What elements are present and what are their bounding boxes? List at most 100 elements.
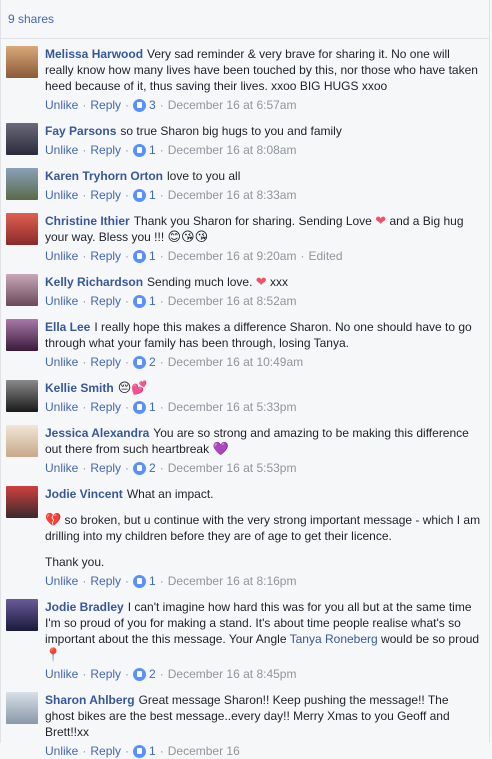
comment-timestamp[interactable]: December 16 at 10:49am [168, 354, 303, 370]
comment-timestamp[interactable]: December 16 at 6:57am [168, 97, 297, 113]
like-icon[interactable] [133, 667, 147, 681]
commenter-name[interactable]: Melissa Harwood [45, 47, 143, 61]
avatar[interactable] [6, 319, 38, 351]
commenter-name[interactable]: Ella Lee [45, 320, 90, 334]
tagged-person-link[interactable]: Tanya Roneberg [290, 632, 378, 646]
like-icon[interactable] [133, 744, 147, 758]
like-count[interactable]: 2 [149, 354, 156, 370]
comment-timestamp[interactable]: December 16 at 8:08am [168, 142, 297, 158]
comment-text-continued: would be so proud [381, 632, 480, 646]
unlike-link[interactable]: Unlike [45, 743, 78, 759]
like-icon[interactable] [133, 188, 147, 202]
reply-link[interactable]: Reply [90, 248, 121, 264]
edited-label[interactable]: Edited [308, 248, 342, 264]
commenter-name[interactable]: Jessica Alexandra [45, 426, 149, 440]
commenter-name[interactable]: Jodie Vincent [45, 487, 123, 501]
commenter-name[interactable]: Kelly Richardson [45, 275, 143, 289]
comment-timestamp[interactable]: December 16 at 5:33pm [168, 399, 297, 415]
separator: · [125, 355, 130, 369]
comment-text: so true Sharon big hugs to you and famil… [120, 124, 342, 138]
shares-bar: 9 shares [1, 0, 489, 39]
like-count[interactable]: 1 [149, 187, 156, 203]
like-count[interactable]: 3 [149, 97, 156, 113]
shares-link[interactable]: 9 shares [8, 12, 54, 26]
comment-timestamp[interactable]: December 16 at 8:16pm [168, 573, 297, 589]
separator: · [82, 294, 87, 308]
unlike-link[interactable]: Unlike [45, 354, 78, 370]
like-count[interactable]: 1 [149, 573, 156, 589]
commenter-name[interactable]: Sharon Ahlberg [45, 693, 135, 707]
reply-link[interactable]: Reply [90, 399, 121, 415]
avatar[interactable] [6, 46, 38, 78]
reply-link[interactable]: Reply [90, 354, 121, 370]
unlike-link[interactable]: Unlike [45, 142, 78, 158]
unlike-link[interactable]: Unlike [45, 248, 78, 264]
like-icon[interactable] [133, 355, 147, 369]
comment-actions: Unlike · Reply · 1 · December 16 at 8:52am [45, 293, 481, 309]
separator: · [82, 188, 87, 202]
like-icon[interactable] [133, 98, 147, 112]
separator: · [125, 249, 130, 263]
avatar[interactable] [6, 274, 38, 306]
comment-actions: Unlike · Reply · 3 · December 16 at 6:57am [45, 97, 481, 113]
avatar[interactable] [6, 486, 38, 518]
comment-timestamp[interactable]: December 16 at 8:33am [168, 187, 297, 203]
reply-link[interactable]: Reply [90, 142, 121, 158]
commenter-name[interactable]: Christine Ithier [45, 214, 130, 228]
like-icon[interactable] [133, 294, 147, 308]
comment-timestamp[interactable]: December 16 [168, 743, 240, 759]
commenter-name[interactable]: Kellie Smith [45, 381, 114, 395]
avatar[interactable] [6, 213, 38, 245]
separator: · [125, 574, 130, 588]
like-icon[interactable] [133, 461, 147, 475]
avatar[interactable] [6, 168, 38, 200]
commenter-name[interactable]: Fay Parsons [45, 124, 116, 138]
like-icon[interactable] [133, 143, 147, 157]
comment-actions: Unlike · Reply · 1 · December 16 [45, 743, 481, 759]
unlike-link[interactable]: Unlike [45, 399, 78, 415]
separator: · [159, 744, 164, 758]
like-count[interactable]: 1 [149, 293, 156, 309]
commenter-name[interactable]: Karen Tryhorn Orton [45, 169, 163, 183]
avatar[interactable] [6, 123, 38, 155]
like-count[interactable]: 2 [149, 666, 156, 682]
like-icon[interactable] [133, 249, 147, 263]
comment-actions: Unlike · Reply · 2 · December 16 at 5:53pm [45, 460, 481, 476]
like-count[interactable]: 1 [149, 743, 156, 759]
separator: · [125, 744, 130, 758]
like-icon[interactable] [133, 574, 147, 588]
reply-link[interactable]: Reply [90, 743, 121, 759]
comment-timestamp[interactable]: December 16 at 9:20am [168, 248, 297, 264]
comment-item: Jodie Vincent What an impact. 💔 so broken… [1, 476, 489, 589]
like-count[interactable]: 1 [149, 399, 156, 415]
unlike-link[interactable]: Unlike [45, 666, 78, 682]
avatar[interactable] [6, 692, 38, 724]
comment-timestamp[interactable]: December 16 at 8:45pm [168, 666, 297, 682]
avatar[interactable] [6, 599, 38, 631]
comment-item: Melissa Harwood Very sad reminder & very … [1, 39, 489, 113]
unlike-link[interactable]: Unlike [45, 573, 78, 589]
unlike-link[interactable]: Unlike [45, 187, 78, 203]
comment-timestamp[interactable]: December 16 at 5:53pm [168, 460, 297, 476]
reply-link[interactable]: Reply [90, 97, 121, 113]
reply-link[interactable]: Reply [90, 460, 121, 476]
reply-link[interactable]: Reply [90, 293, 121, 309]
like-count[interactable]: 1 [149, 248, 156, 264]
avatar[interactable] [6, 380, 38, 412]
unlike-link[interactable]: Unlike [45, 97, 78, 113]
separator: · [125, 143, 130, 157]
reply-link[interactable]: Reply [90, 573, 121, 589]
like-icon[interactable] [133, 400, 147, 414]
unlike-link[interactable]: Unlike [45, 460, 78, 476]
like-count[interactable]: 1 [149, 142, 156, 158]
comment-actions: Unlike · Reply · 1 · December 16 at 5:33pm [45, 399, 481, 415]
heart-emoji-icon: ❤ [375, 213, 387, 228]
avatar[interactable] [6, 425, 38, 457]
comment-actions: Unlike · Reply · 2 · December 16 at 10:49am [45, 354, 481, 370]
reply-link[interactable]: Reply [90, 666, 121, 682]
unlike-link[interactable]: Unlike [45, 293, 78, 309]
like-count[interactable]: 2 [149, 460, 156, 476]
comment-timestamp[interactable]: December 16 at 8:52am [168, 293, 297, 309]
reply-link[interactable]: Reply [90, 187, 121, 203]
commenter-name[interactable]: Jodie Bradley [45, 600, 124, 614]
